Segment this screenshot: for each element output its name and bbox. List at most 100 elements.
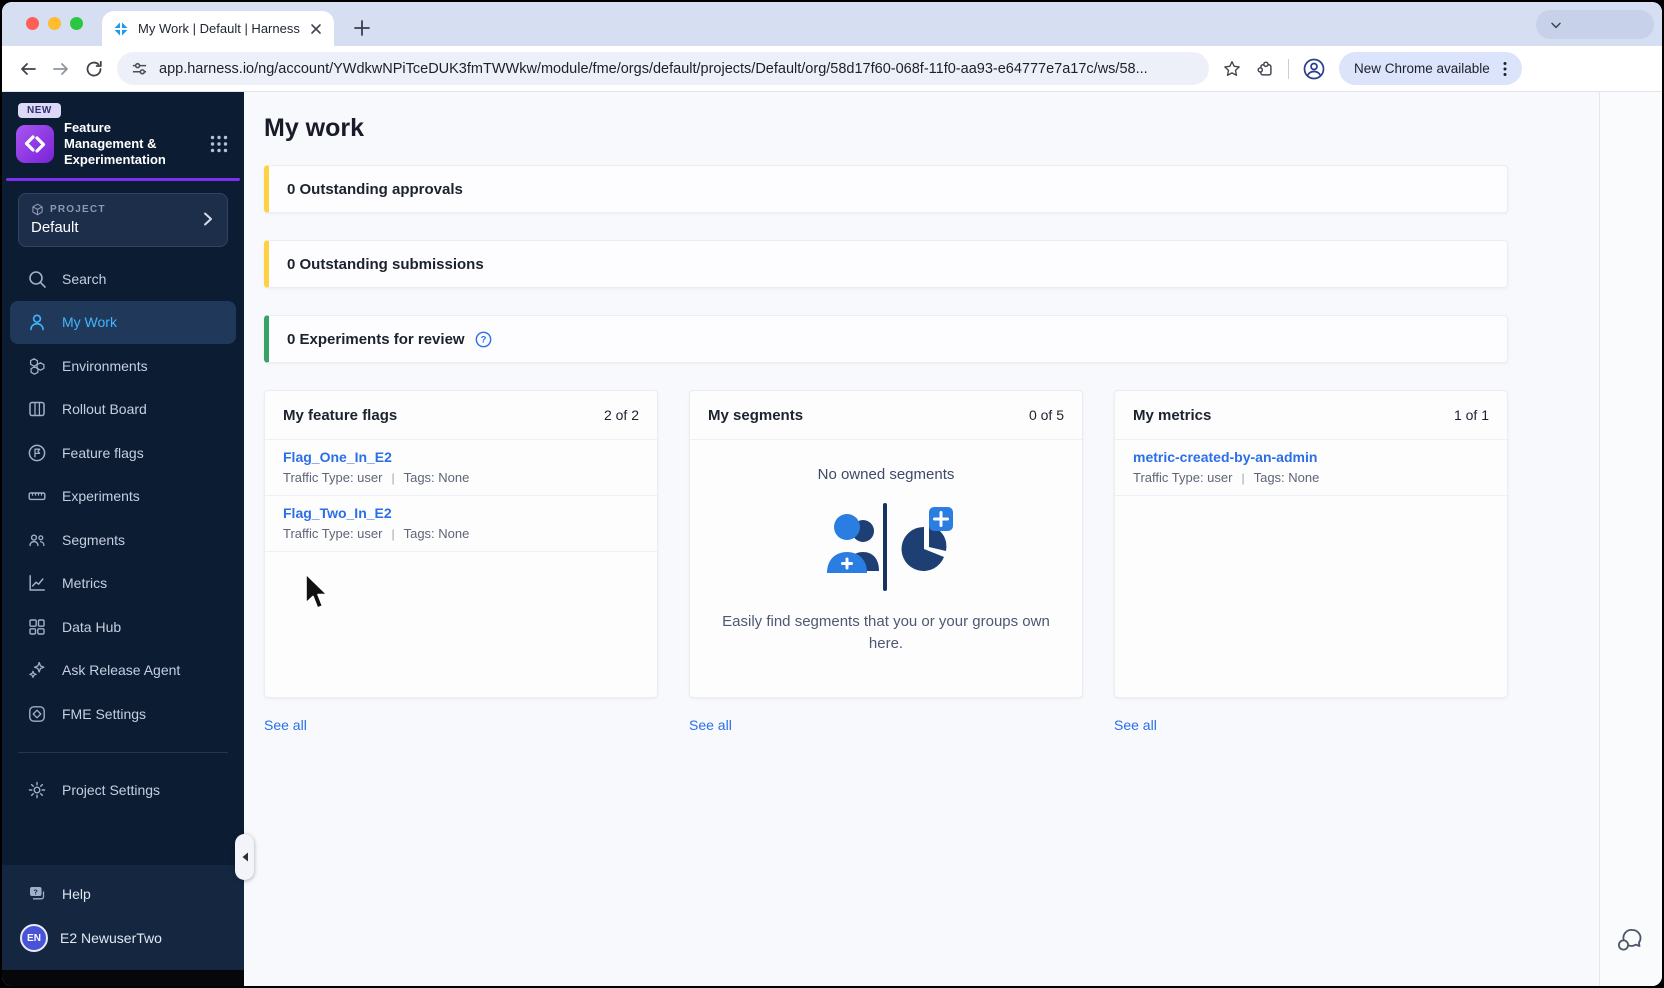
meta-separator: | bbox=[391, 470, 395, 485]
flag-link[interactable]: Flag_One_In_E2 bbox=[283, 449, 639, 465]
sidebar-item-label: Rollout Board bbox=[62, 401, 147, 418]
traffic-type: Traffic Type: user bbox=[283, 526, 383, 541]
sidebar-nav: Search My Work Environments Rollout Boar… bbox=[2, 257, 244, 812]
collapse-arrow-icon bbox=[242, 852, 248, 862]
sidebar-item-metrics[interactable]: Metrics bbox=[10, 562, 236, 606]
sidebar-item-help[interactable]: ? Help bbox=[10, 873, 236, 917]
sidebar-header: NEW Feature Management & Experimentation bbox=[2, 92, 244, 178]
meta-separator: | bbox=[391, 526, 395, 541]
my-segments-card: My segments 0 of 5 No owned segments Eas… bbox=[689, 390, 1083, 698]
card-count: 1 of 1 bbox=[1453, 407, 1489, 423]
address-bar[interactable]: app.harness.io/ng/account/YWdkwNPiTceDUK… bbox=[117, 52, 1209, 85]
card-title: My metrics bbox=[1133, 406, 1212, 424]
window-zoom-button[interactable] bbox=[70, 17, 83, 30]
project-selector[interactable]: PROJECT Default bbox=[18, 193, 228, 247]
environments-icon bbox=[26, 355, 48, 377]
sidebar-item-label: Project Settings bbox=[62, 782, 161, 799]
chrome-update-label: New Chrome available bbox=[1354, 61, 1490, 76]
url-text: app.harness.io/ng/account/YWdkwNPiTceDUK… bbox=[159, 60, 1148, 77]
svg-text:?: ? bbox=[480, 334, 486, 345]
sidebar: NEW Feature Management & Experimentation… bbox=[2, 92, 254, 986]
sidebar-item-label: My Work bbox=[62, 314, 117, 331]
module-grid-icon[interactable] bbox=[208, 133, 230, 155]
sidebar-item-label: Experiments bbox=[62, 488, 140, 505]
help-circle-icon[interactable]: ? bbox=[475, 331, 492, 348]
traffic-type: Traffic Type: user bbox=[283, 470, 383, 485]
sidebar-item-label: Environments bbox=[62, 357, 148, 374]
chat-bubbles-icon[interactable] bbox=[1614, 922, 1646, 954]
see-all-segments-link[interactable]: See all bbox=[689, 717, 732, 733]
traffic-type: Traffic Type: user bbox=[1133, 470, 1233, 485]
sidebar-item-segments[interactable]: Segments bbox=[10, 518, 236, 562]
user-menu[interactable]: EN E2 NewuserTwo bbox=[2, 916, 244, 960]
alert-outstanding-approvals: 0 Outstanding approvals bbox=[264, 165, 1508, 213]
sidebar-item-environments[interactable]: Environments bbox=[10, 344, 236, 388]
sidebar-item-experiments[interactable]: Experiments bbox=[10, 475, 236, 519]
metric-row: metric-created-by-an-admin Traffic Type:… bbox=[1115, 440, 1507, 496]
chart-icon bbox=[26, 572, 48, 594]
sidebar-item-data-hub[interactable]: Data Hub bbox=[10, 605, 236, 649]
card-count: 2 of 2 bbox=[603, 407, 639, 423]
sidebar-item-search[interactable]: Search bbox=[10, 257, 236, 301]
user-icon bbox=[26, 311, 48, 333]
forward-icon[interactable] bbox=[51, 59, 71, 79]
kebab-menu-icon[interactable] bbox=[1496, 60, 1514, 78]
bookmark-star-icon[interactable] bbox=[1222, 59, 1242, 79]
meta-separator: | bbox=[1241, 470, 1245, 485]
sidebar-item-label: Feature flags bbox=[62, 444, 144, 461]
see-all-feature-flags-link[interactable]: See all bbox=[264, 717, 307, 733]
toolbar-divider bbox=[1288, 58, 1289, 79]
chrome-update-button[interactable]: New Chrome available bbox=[1339, 52, 1522, 85]
card-title: My feature flags bbox=[283, 406, 398, 424]
site-controls-icon[interactable] bbox=[131, 60, 148, 77]
avatar: EN bbox=[20, 924, 48, 952]
brand-accent-line bbox=[6, 178, 240, 181]
empty-state-title: No owned segments bbox=[817, 466, 955, 483]
cards-row: My feature flags 2 of 2 Flag_One_In_E2 T… bbox=[264, 390, 1508, 735]
user-name: E2 NewuserTwo bbox=[60, 930, 162, 946]
empty-state-description: Easily find segments that you or your gr… bbox=[722, 613, 1050, 652]
alert-experiments-for-review: 0 Experiments for review ? bbox=[264, 315, 1508, 363]
window-close-button[interactable] bbox=[26, 17, 39, 30]
tab-search-button[interactable] bbox=[1536, 10, 1654, 39]
see-all-metrics-link[interactable]: See all bbox=[1114, 717, 1157, 733]
app-title: Feature Management & Experimentation bbox=[64, 120, 166, 167]
sidebar-item-fme-settings[interactable]: FME Settings bbox=[10, 692, 236, 736]
sidebar-item-ask-release-agent[interactable]: Ask Release Agent bbox=[10, 649, 236, 693]
extensions-icon[interactable] bbox=[1255, 59, 1275, 79]
right-panel-gutter bbox=[1599, 92, 1662, 986]
chevron-down-icon bbox=[1551, 22, 1561, 28]
window-minimize-button[interactable] bbox=[48, 17, 61, 30]
sidebar-item-label: Segments bbox=[62, 531, 126, 548]
board-columns-icon bbox=[26, 398, 48, 420]
browser-window: My Work | Default | Harness app.harness.… bbox=[2, 2, 1662, 986]
tags: Tags: None bbox=[403, 470, 470, 485]
tab-close-icon[interactable] bbox=[308, 21, 324, 37]
back-icon[interactable] bbox=[18, 59, 38, 79]
gear-icon bbox=[26, 779, 48, 801]
sidebar-item-feature-flags[interactable]: Feature flags bbox=[10, 431, 236, 475]
browser-titlebar: My Work | Default | Harness bbox=[2, 2, 1662, 46]
sidebar-item-my-work[interactable]: My Work bbox=[10, 300, 236, 344]
sidebar-item-rollout-board[interactable]: Rollout Board bbox=[10, 388, 236, 432]
harness-favicon bbox=[113, 21, 129, 36]
svg-text:?: ? bbox=[34, 890, 38, 897]
new-tab-icon[interactable] bbox=[350, 16, 374, 40]
profile-icon[interactable] bbox=[1302, 57, 1326, 81]
feature-flag-row: Flag_One_In_E2 Traffic Type: user | Tags… bbox=[265, 440, 657, 496]
tags: Tags: None bbox=[1253, 470, 1320, 485]
flag-link[interactable]: Flag_Two_In_E2 bbox=[283, 505, 639, 521]
fme-app-logo bbox=[16, 125, 54, 163]
sidebar-item-label: Search bbox=[62, 270, 107, 287]
people-icon bbox=[26, 529, 48, 551]
sidebar-item-project-settings[interactable]: Project Settings bbox=[10, 769, 236, 813]
alert-text: 0 Outstanding approvals bbox=[287, 180, 463, 198]
browser-tab[interactable]: My Work | Default | Harness bbox=[102, 11, 334, 46]
new-badge: NEW bbox=[18, 103, 61, 118]
main-content: My work 0 Outstanding approvals 0 Outsta… bbox=[244, 92, 1599, 986]
card-title: My segments bbox=[708, 406, 804, 424]
flag-icon bbox=[26, 442, 48, 464]
reload-icon[interactable] bbox=[84, 59, 104, 79]
metric-link[interactable]: metric-created-by-an-admin bbox=[1133, 449, 1489, 465]
sidebar-collapse-handle[interactable] bbox=[235, 834, 254, 880]
